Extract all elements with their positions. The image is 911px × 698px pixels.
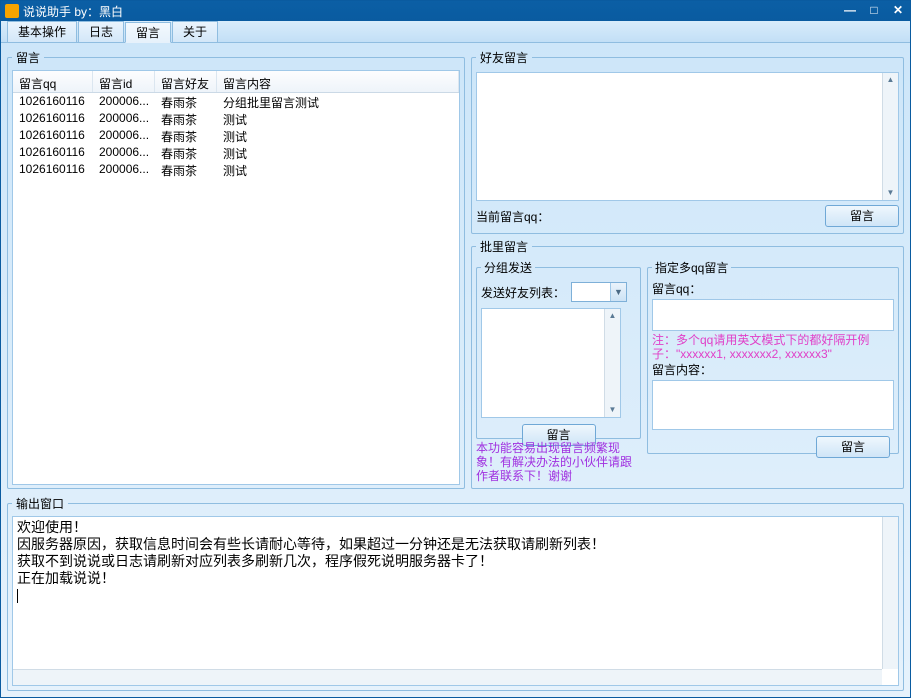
th-friend[interactable]: 留言好友	[155, 71, 217, 92]
message-group: 留言 留言qq 留言id 留言好友 留言内容 1026160116200006.…	[7, 49, 465, 489]
tab-log[interactable]: 日志	[78, 21, 124, 42]
window-title: 说说助手 by：黑白	[23, 3, 842, 20]
app-window: 说说助手 by：黑白 — □ ✕ 基本操作 日志 留言 关于 留言 留言qq 留…	[0, 0, 911, 698]
friend-message-group: 好友留言 当前留言qq： 留言	[471, 49, 904, 234]
cell-friend: 春雨茶	[155, 127, 217, 144]
cell-id: 200006...	[93, 161, 155, 178]
cell-friend: 春雨茶	[155, 110, 217, 127]
friend-message-legend: 好友留言	[476, 49, 532, 66]
multi-qq-group: 指定多qq留言 留言qq： 注：多个qq请用英文模式下的都好隔开例子："xxxx…	[647, 259, 899, 454]
scrollbar-vertical[interactable]	[604, 309, 620, 417]
table-row[interactable]: 1026160116200006...春雨茶测试	[13, 144, 459, 161]
cell-friend: 春雨茶	[155, 144, 217, 161]
multi-qq-note: 注：多个qq请用英文模式下的都好隔开例子："xxxxxx1, xxxxxxx2,…	[652, 333, 894, 361]
batch-warning: 本功能容易出现留言频繁现象！有解决办法的小伙伴请跟作者联系下！谢谢	[476, 441, 641, 483]
friend-listbox[interactable]	[481, 308, 621, 418]
batch-message-legend: 批里留言	[476, 238, 532, 255]
cell-friend: 春雨茶	[155, 93, 217, 110]
close-button[interactable]: ✕	[890, 4, 906, 18]
friend-message-textarea[interactable]	[476, 72, 899, 201]
chevron-down-icon[interactable]: ▼	[610, 283, 626, 301]
scrollbar-vertical[interactable]	[882, 517, 898, 669]
cell-qq: 1026160116	[13, 110, 93, 127]
app-icon	[5, 4, 19, 18]
multi-qq-label: 留言qq：	[652, 280, 894, 297]
table-row[interactable]: 1026160116200006...春雨茶测试	[13, 110, 459, 127]
cell-id: 200006...	[93, 127, 155, 144]
output-textarea[interactable]: 欢迎使用！ 因服务器原因，获取信息时间会有些长请耐心等待，如果超过一分钟还是无法…	[12, 516, 899, 686]
message-table[interactable]: 留言qq 留言id 留言好友 留言内容 1026160116200006...春…	[12, 70, 460, 485]
tab-message[interactable]: 留言	[125, 22, 171, 43]
group-send-legend: 分组发送	[481, 259, 535, 276]
text-caret	[17, 589, 18, 603]
multi-qq-content-input[interactable]	[652, 380, 894, 430]
cell-friend: 春雨茶	[155, 161, 217, 178]
th-content[interactable]: 留言内容	[217, 71, 459, 92]
cell-qq: 1026160116	[13, 161, 93, 178]
cell-id: 200006...	[93, 110, 155, 127]
table-row[interactable]: 1026160116200006...春雨茶测试	[13, 161, 459, 178]
cell-id: 200006...	[93, 93, 155, 110]
friend-message-button[interactable]: 留言	[825, 205, 899, 227]
batch-message-group: 批里留言 分组发送 发送好友列表： ▼	[471, 238, 904, 489]
table-header: 留言qq 留言id 留言好友 留言内容	[13, 71, 459, 93]
minimize-button[interactable]: —	[842, 4, 858, 18]
tab-about[interactable]: 关于	[172, 21, 218, 42]
tab-basic[interactable]: 基本操作	[7, 21, 77, 42]
cell-qq: 1026160116	[13, 93, 93, 110]
th-id[interactable]: 留言id	[93, 71, 155, 92]
cell-content: 测试	[217, 127, 459, 144]
cell-qq: 1026160116	[13, 144, 93, 161]
table-row[interactable]: 1026160116200006...春雨茶测试	[13, 127, 459, 144]
cell-content: 测试	[217, 144, 459, 161]
cell-content: 测试	[217, 161, 459, 178]
friend-list-label: 发送好友列表：	[481, 284, 565, 301]
output-legend: 输出窗口	[12, 495, 68, 512]
group-send-group: 分组发送 发送好友列表： ▼	[476, 259, 641, 439]
message-group-legend: 留言	[12, 49, 44, 66]
friend-list-combo[interactable]: ▼	[571, 282, 627, 302]
output-group: 输出窗口 欢迎使用！ 因服务器原因，获取信息时间会有些长请耐心等待，如果超过一分…	[7, 495, 904, 691]
multi-qq-button[interactable]: 留言	[816, 436, 890, 458]
scrollbar-vertical[interactable]	[882, 73, 898, 200]
maximize-button[interactable]: □	[866, 4, 882, 18]
multi-qq-input[interactable]	[652, 299, 894, 331]
titlebar[interactable]: 说说助手 by：黑白 — □ ✕	[1, 1, 910, 21]
tab-bar: 基本操作 日志 留言 关于	[1, 21, 910, 43]
friend-list-input[interactable]	[572, 283, 610, 301]
cell-content: 分组批里留言测试	[217, 93, 459, 110]
table-row[interactable]: 1026160116200006...春雨茶分组批里留言测试	[13, 93, 459, 110]
cell-qq: 1026160116	[13, 127, 93, 144]
multi-qq-content-label: 留言内容：	[652, 361, 894, 378]
cell-content: 测试	[217, 110, 459, 127]
scrollbar-horizontal[interactable]	[13, 669, 882, 685]
th-qq[interactable]: 留言qq	[13, 71, 93, 92]
multi-qq-legend: 指定多qq留言	[652, 259, 731, 276]
output-text: 欢迎使用！ 因服务器原因，获取信息时间会有些长请耐心等待，如果超过一分钟还是无法…	[17, 519, 605, 586]
cell-id: 200006...	[93, 144, 155, 161]
current-qq-label: 当前留言qq：	[476, 208, 549, 225]
content-area: 留言 留言qq 留言id 留言好友 留言内容 1026160116200006.…	[1, 43, 910, 697]
